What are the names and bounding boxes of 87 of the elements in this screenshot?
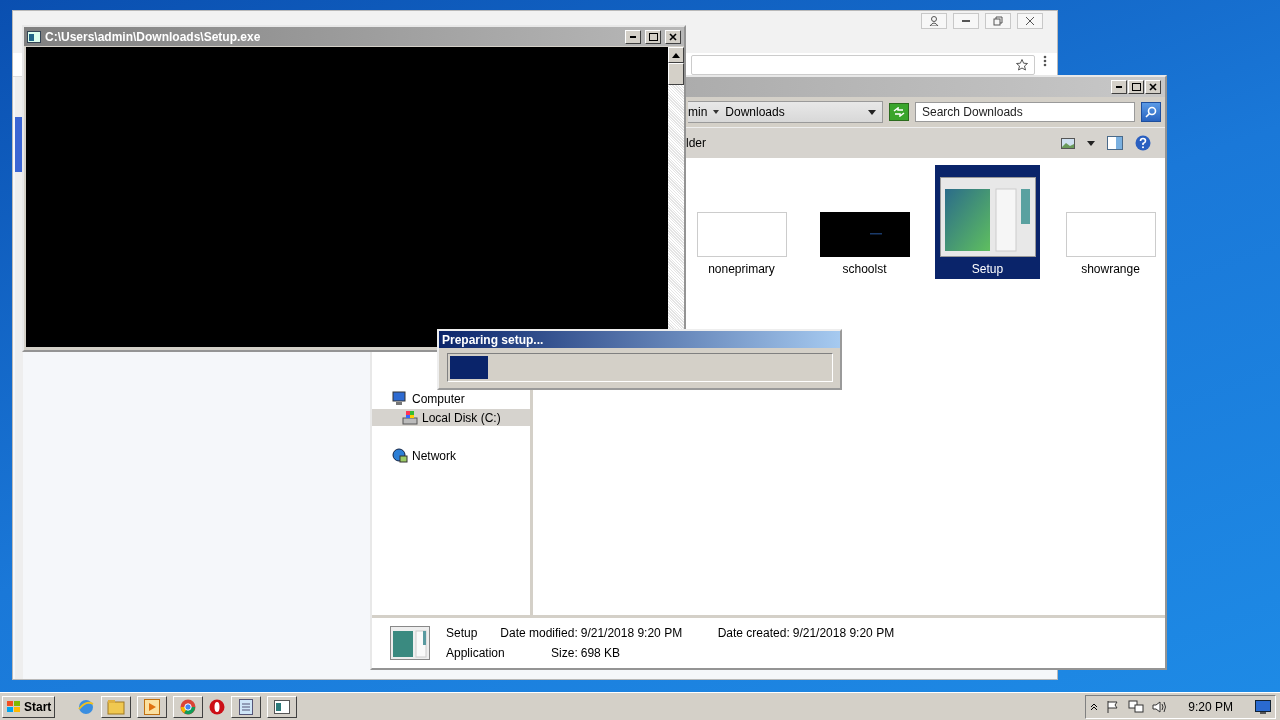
caret-icon	[868, 109, 876, 115]
taskbar-app-button[interactable]	[209, 698, 226, 715]
picture-view-icon	[1061, 137, 1075, 149]
network-icon	[392, 448, 408, 463]
console-icon	[27, 30, 41, 43]
breadcrumb-item[interactable]: Downloads	[725, 105, 785, 119]
maximize-icon	[648, 32, 658, 41]
up-arrow-icon	[672, 52, 680, 58]
minimize-icon	[962, 20, 970, 22]
close-icon	[1149, 83, 1157, 91]
person-icon	[929, 16, 939, 26]
menu-icon	[1043, 55, 1047, 67]
profile-button[interactable]	[921, 13, 947, 29]
window-icon	[274, 699, 291, 714]
maximize-button[interactable]	[1128, 80, 1144, 94]
detail-label: Size:	[551, 645, 578, 661]
taskbar-app-button[interactable]	[231, 695, 262, 718]
scroll-up-button[interactable]	[668, 47, 684, 63]
detail-value: 698 KB	[580, 645, 622, 661]
file-item[interactable]: showrange	[1058, 165, 1163, 279]
ring-logo-icon	[209, 698, 226, 715]
flag-icon	[1106, 699, 1121, 714]
restore-icon	[993, 16, 1003, 26]
help-button[interactable]	[1135, 135, 1151, 151]
drive-icon	[402, 410, 418, 425]
application-icon	[390, 626, 430, 660]
view-button[interactable]	[1061, 137, 1075, 149]
close-icon	[669, 32, 677, 41]
computer-icon	[392, 391, 408, 406]
maximize-icon	[1131, 83, 1141, 91]
start-button[interactable]: Start	[2, 695, 56, 718]
menu-button[interactable]	[1043, 55, 1047, 67]
browser-icon	[180, 698, 197, 715]
detail-value: 9/21/2018 9:20 PM	[792, 625, 895, 641]
minimize-icon	[1116, 86, 1122, 88]
globe-icon	[77, 697, 96, 716]
refresh-button[interactable]	[889, 103, 909, 121]
chevron-up-icon	[1090, 702, 1099, 711]
nav-item[interactable]: Computer	[372, 390, 530, 407]
folder-icon	[107, 698, 126, 715]
minimize-button[interactable]	[953, 13, 979, 29]
network-status-icon	[1128, 699, 1145, 714]
tray-expand-button[interactable]	[1090, 702, 1099, 711]
scroll-thumb[interactable]	[15, 117, 22, 172]
taskbar-app-button[interactable]	[101, 695, 132, 718]
detail-label: Date created:	[717, 625, 790, 641]
notepad-icon	[239, 698, 254, 715]
minimize-icon	[630, 35, 636, 38]
play-icon	[144, 698, 161, 715]
window-title: C:\Users\admin\Downloads\Setup.exe	[45, 29, 262, 44]
breadcrumb-item[interactable]: min	[688, 105, 708, 119]
search-field[interactable]: Search Downloads	[915, 102, 1135, 122]
detail-label: Date modified:	[500, 625, 578, 641]
help-icon	[1135, 135, 1151, 151]
file-type: Application	[446, 645, 505, 661]
maximize-button[interactable]	[645, 29, 661, 44]
search-button[interactable]	[1141, 102, 1161, 122]
dropdown-button[interactable]	[868, 109, 876, 115]
caret-icon	[1087, 140, 1095, 146]
file-item[interactable]: schoolst	[812, 165, 917, 279]
detail-value: 9/21/2018 9:20 PM	[580, 625, 684, 641]
speaker-icon	[1152, 699, 1169, 714]
star-icon	[1016, 59, 1028, 71]
taskbar-app-button[interactable]	[267, 695, 298, 718]
close-icon	[1025, 16, 1035, 26]
nav-item[interactable]: Local Disk (C:)	[372, 409, 530, 426]
close-button[interactable]	[1017, 13, 1043, 29]
restore-button[interactable]	[985, 13, 1011, 29]
show-desktop-button[interactable]	[1255, 699, 1271, 714]
clock[interactable]: 9:20 PM	[1188, 699, 1233, 714]
taskbar-app-button[interactable]	[137, 695, 168, 718]
breadcrumb-arrow-icon	[713, 109, 720, 115]
file-item[interactable]: noneprimary	[689, 165, 794, 279]
nav-item[interactable]: Network	[372, 447, 530, 464]
desktop-icon	[1255, 699, 1271, 714]
dialog-title: Preparing setup...	[439, 331, 840, 348]
scroll-thumb[interactable]	[668, 63, 684, 85]
refresh-icon	[893, 107, 905, 117]
address-bar[interactable]: min Downloads	[688, 101, 883, 123]
taskbar-app-button[interactable]	[173, 695, 204, 718]
file-item[interactable]: Setup	[935, 165, 1040, 279]
pane-icon	[1107, 136, 1123, 150]
preview-pane-button[interactable]	[1107, 136, 1123, 150]
windows-logo-icon	[6, 699, 22, 714]
view-dropdown-button[interactable]	[1087, 140, 1095, 146]
address-field[interactable]	[691, 55, 1035, 75]
search-icon	[1145, 106, 1157, 118]
